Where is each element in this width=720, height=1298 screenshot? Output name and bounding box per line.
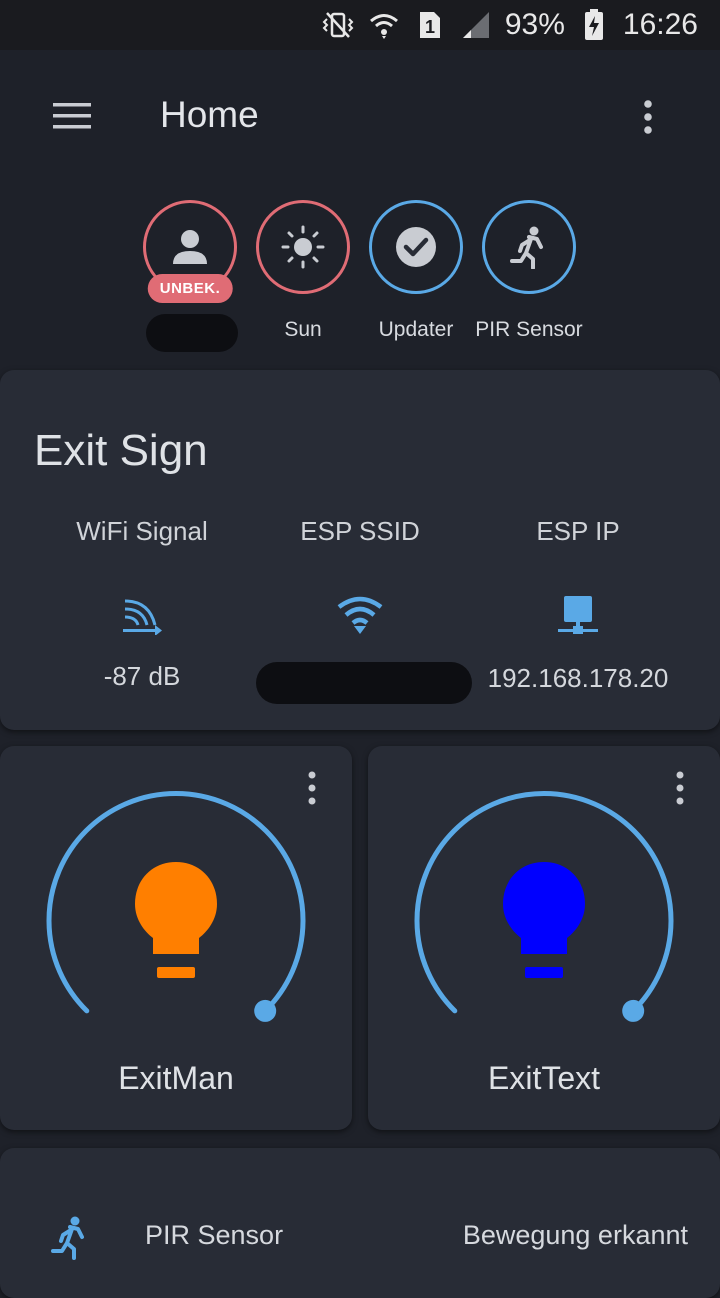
battery-charging-icon — [577, 8, 611, 42]
sim-icon: 1 — [413, 8, 447, 42]
person-icon — [173, 230, 207, 264]
badge-sun[interactable]: Sun — [243, 200, 363, 342]
light-card-exitman[interactable]: ExitMan — [0, 746, 352, 1130]
svg-text:1: 1 — [425, 17, 435, 37]
redacted-name — [146, 314, 238, 352]
redacted-ssid — [256, 662, 472, 704]
esp-ip-column[interactable]: ESP IP 192.168.178.20 — [478, 516, 678, 694]
badge-pir-label: PIR Sensor — [475, 318, 583, 341]
page-title: Home — [160, 94, 259, 135]
sensor-entity-card[interactable]: PIR Sensor Bewegung erkannt — [0, 1148, 720, 1298]
light-name: ExitMan — [118, 1060, 234, 1096]
signal-icon — [459, 8, 493, 42]
esp-ssid-column[interactable]: ESP SSID — [260, 516, 460, 661]
clock: 16:26 — [622, 8, 698, 41]
app-bar: Home — [0, 50, 720, 180]
sensor-name: PIR Sensor — [145, 1220, 284, 1250]
badge-updater-label: Updater — [378, 318, 454, 341]
hamburger-icon — [53, 103, 91, 129]
sensor-state: Bewegung erkannt — [462, 1220, 688, 1250]
column-header: ESP IP — [536, 516, 620, 546]
badge-updater-circle — [369, 200, 463, 294]
column-value: -87 dB — [103, 661, 181, 691]
overflow-menu-button[interactable] — [624, 92, 672, 142]
badge-sun-label: Sun — [284, 318, 322, 341]
badge-pir-circle — [482, 200, 576, 294]
badge-pir-sensor[interactable]: PIR Sensor — [469, 200, 589, 342]
check-circle-icon — [396, 227, 436, 267]
badge-person[interactable]: UNBEK. — [130, 200, 250, 352]
walk-icon — [510, 226, 543, 269]
lightbulb-icon[interactable] — [501, 862, 587, 982]
walk-icon — [51, 1216, 84, 1260]
sun-icon — [281, 225, 325, 269]
badge-updater[interactable]: Updater — [356, 200, 476, 342]
wifi-icon — [367, 8, 401, 42]
vibrate-icon — [321, 8, 355, 42]
light-card-exittext[interactable]: ExitText — [368, 746, 720, 1130]
column-value: 192.168.178.20 — [487, 663, 669, 693]
network-icon — [558, 596, 598, 634]
column-header: WiFi Signal — [76, 516, 208, 546]
badge-state-tag: UNBEK. — [147, 274, 233, 303]
lightbulb-icon[interactable] — [133, 862, 219, 982]
wifi-icon — [337, 596, 383, 634]
badge-sun-circle — [256, 200, 350, 294]
badge-row: UNBEK. Sun Updater PIR Sensor — [0, 200, 720, 360]
wifi-strength-icon — [123, 599, 162, 635]
status-bar: 1 93% 16:26 — [0, 0, 720, 50]
exit-sign-card: Exit Sign WiFi Signal -87 dB ESP SSID ES… — [0, 370, 720, 730]
light-name: ExitText — [487, 1060, 601, 1096]
brightness-knob — [254, 999, 277, 1022]
battery-percent: 93% — [504, 8, 565, 41]
card-title: Exit Sign — [34, 426, 208, 475]
column-header: ESP SSID — [300, 516, 420, 546]
wifi-signal-column[interactable]: WiFi Signal -87 dB — [42, 516, 242, 692]
more-vert-icon — [644, 100, 652, 134]
menu-button[interactable] — [40, 90, 104, 142]
brightness-knob — [622, 999, 645, 1022]
